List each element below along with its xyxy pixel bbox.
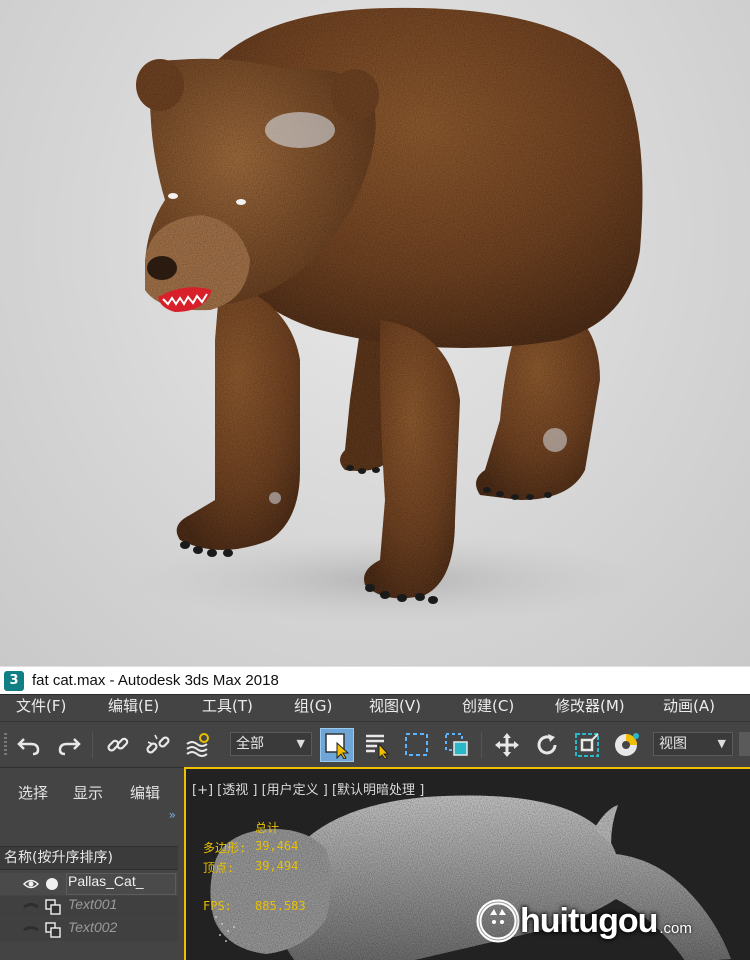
bear-render bbox=[130, 7, 650, 625]
tab-select[interactable]: 选择 bbox=[18, 782, 48, 803]
3dsmax-app-icon[interactable]: 3 bbox=[4, 670, 24, 691]
fur-highlight bbox=[269, 492, 281, 504]
bear-eye-right bbox=[236, 199, 246, 205]
scene-list-item[interactable]: Pallas_Cat_ bbox=[0, 873, 178, 895]
bind-space-warp-icon[interactable] bbox=[183, 730, 213, 760]
toolbar-overflow[interactable] bbox=[739, 732, 750, 756]
scene-object-name: Text001 bbox=[68, 896, 118, 912]
verts-label: 顶点: bbox=[203, 861, 235, 875]
hidden-text-shape-icon[interactable] bbox=[22, 922, 64, 938]
bear-ear-right bbox=[331, 69, 379, 121]
menu-animation[interactable]: 动画(A) bbox=[663, 695, 715, 722]
bear-ear-left bbox=[136, 59, 184, 111]
polys-value: 39,464 bbox=[255, 839, 299, 853]
visibility-icons[interactable] bbox=[22, 876, 64, 892]
menu-bar: 文件(F) 编辑(E) 工具(T) 组(G) 视图(V) 创建(C) 修改器(M… bbox=[0, 694, 750, 721]
window-title-bar: 3 fat cat.max - Autodesk 3ds Max 2018 bbox=[0, 666, 750, 694]
hidden-text-shape-icon[interactable] bbox=[22, 899, 64, 915]
rendered-image bbox=[0, 0, 750, 666]
scene-object-name: Pallas_Cat_ bbox=[68, 873, 144, 889]
stats-title: 总计 bbox=[255, 821, 280, 835]
menu-create[interactable]: 创建(C) bbox=[462, 695, 514, 722]
unlink-icon[interactable] bbox=[143, 730, 173, 760]
window-crossing-icon[interactable] bbox=[442, 730, 472, 760]
watermark-text: huitugou bbox=[520, 901, 658, 940]
rectangular-selection-icon[interactable] bbox=[402, 730, 432, 760]
redo-icon[interactable] bbox=[54, 730, 84, 760]
scene-list-item[interactable]: Text002 bbox=[0, 919, 178, 941]
bear-front-leg-left bbox=[176, 280, 300, 550]
link-icon[interactable] bbox=[103, 730, 133, 760]
select-by-name-icon[interactable] bbox=[362, 730, 392, 760]
menu-edit[interactable]: 编辑(E) bbox=[108, 695, 159, 722]
toolbar-separator bbox=[92, 732, 93, 758]
tab-edit[interactable]: 编辑 bbox=[130, 782, 160, 803]
menu-modifiers[interactable]: 修改器(M) bbox=[555, 695, 625, 722]
menu-views[interactable]: 视图(V) bbox=[369, 695, 421, 722]
name-column-header[interactable]: 名称(按升序排序) bbox=[0, 846, 178, 870]
bear-nose bbox=[147, 256, 177, 280]
huitugou-logo-icon bbox=[476, 899, 520, 943]
verts-value: 39,494 bbox=[255, 859, 299, 873]
scene-explorer-tabs: 选择 显示 编辑 bbox=[0, 782, 184, 808]
menu-group[interactable]: 组(G) bbox=[294, 695, 332, 722]
menu-tools[interactable]: 工具(T) bbox=[202, 695, 253, 722]
scene-list-item[interactable]: Text001 bbox=[0, 896, 178, 918]
scene-object-name: Text002 bbox=[68, 919, 118, 935]
chevron-down-icon: ▼ bbox=[717, 737, 726, 750]
selection-filter-dropdown[interactable]: 全部 ▼ bbox=[230, 732, 312, 756]
fur-highlight bbox=[265, 112, 335, 148]
scene-explorer-panel: 选择 显示 编辑 » 名称(按升序排序) Pallas_Cat_ Text001… bbox=[0, 767, 184, 960]
double-chevron-right-icon[interactable]: » bbox=[169, 808, 176, 822]
polys-label: 多边形: bbox=[203, 841, 247, 855]
reference-coordinate-dropdown[interactable]: 视图 ▼ bbox=[653, 732, 733, 756]
perspective-viewport[interactable]: [+] [透视 ] [用户定义 ] [默认明暗处理 ] 总计 多边形: 39,4… bbox=[184, 767, 750, 960]
select-object-icon[interactable] bbox=[320, 728, 354, 762]
scale-icon[interactable] bbox=[572, 730, 602, 760]
toolbar-grip[interactable] bbox=[4, 733, 7, 757]
main-toolbar: 全部 ▼ 视图 ▼ bbox=[0, 721, 750, 767]
undo-icon[interactable] bbox=[14, 730, 44, 760]
fur-highlight bbox=[543, 428, 567, 452]
watermark-domain: .com bbox=[659, 919, 692, 937]
reference-coordinate-value: 视图 bbox=[659, 736, 687, 752]
watermark: huitugou .com bbox=[476, 897, 692, 945]
selection-filter-value: 全部 bbox=[236, 736, 264, 752]
rotate-icon[interactable] bbox=[532, 730, 562, 760]
menu-file[interactable]: 文件(F) bbox=[16, 695, 66, 722]
render-setup-icon[interactable] bbox=[612, 730, 642, 760]
window-title: fat cat.max - Autodesk 3ds Max 2018 bbox=[32, 672, 279, 689]
bear-eye-left bbox=[168, 193, 178, 199]
chevron-down-icon: ▼ bbox=[296, 737, 305, 750]
move-icon[interactable] bbox=[492, 730, 522, 760]
viewport-label[interactable]: [+] [透视 ] [用户定义 ] [默认明暗处理 ] bbox=[192, 779, 424, 798]
toolbar-separator bbox=[481, 732, 482, 758]
fps-label: FPS: bbox=[203, 899, 232, 913]
tab-display[interactable]: 显示 bbox=[73, 782, 103, 803]
fps-value: 885.583 bbox=[255, 899, 306, 913]
